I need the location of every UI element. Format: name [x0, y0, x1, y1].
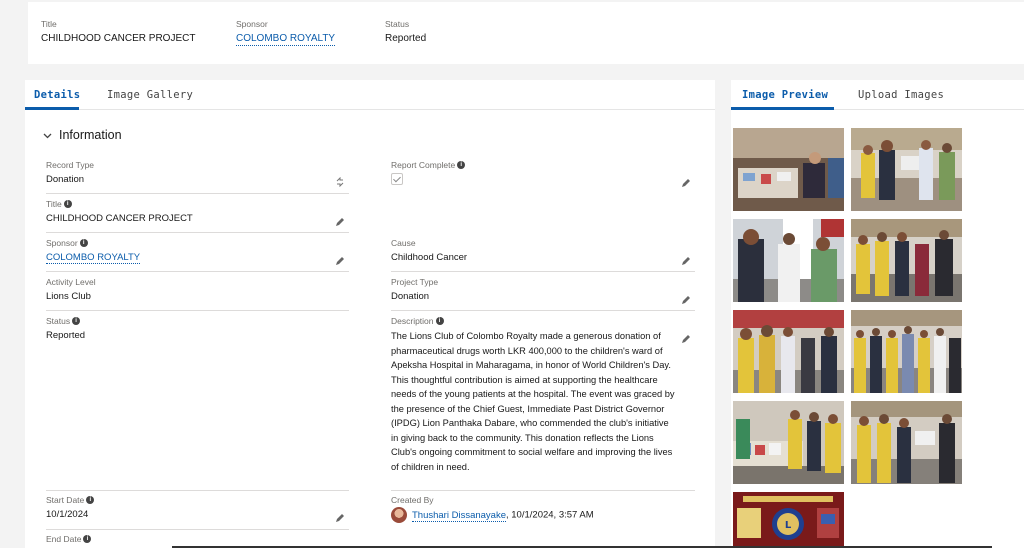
header-sponsor-field: Sponsor COLOMBO ROYALTY [236, 19, 336, 46]
divider [46, 490, 349, 491]
pencil-icon[interactable] [335, 513, 345, 523]
pencil-icon[interactable] [681, 334, 691, 344]
field-cause: Cause Childhood Cancer [391, 238, 467, 263]
cause-value: Childhood Cancer [391, 252, 468, 263]
change-record-type-icon[interactable] [335, 177, 345, 187]
title-label: Title [46, 199, 62, 209]
header-status-field: Status Reported [385, 19, 426, 44]
activity-level-value: Lions Club [46, 291, 91, 302]
header-title-label: Title [41, 19, 57, 29]
gallery-image[interactable] [851, 219, 962, 302]
chevron-down-icon [43, 130, 53, 142]
field-activity-level: Activity Level Lions Club [46, 277, 96, 302]
divider [46, 310, 349, 311]
report-complete-checkbox [391, 173, 403, 185]
gallery-image[interactable] [733, 128, 844, 211]
active-tab-indicator [731, 107, 834, 110]
sponsor-label: Sponsor [46, 238, 78, 248]
image-tabs: Image Preview Upload Images [731, 80, 1024, 110]
details-tabs: Details Image Gallery [25, 80, 715, 110]
status-value: Reported [46, 330, 86, 341]
divider [391, 271, 695, 272]
divider [46, 271, 349, 272]
field-project-type: Project Type Donation [391, 277, 438, 302]
header-status-label: Status [385, 19, 410, 29]
field-start-date: Start Date i 10/1/2024 [46, 495, 95, 520]
sponsor-link[interactable]: COLOMBO ROYALTY [46, 252, 141, 264]
pencil-icon[interactable] [681, 256, 691, 266]
field-description: Description i The Lions Club of Colombo R… [391, 316, 676, 474]
section-title: Information [59, 128, 122, 142]
cause-label: Cause [391, 238, 416, 248]
divider [391, 490, 695, 491]
divider [46, 529, 349, 530]
gallery-image-lions-banner[interactable]: L [733, 492, 844, 548]
field-created-by: Created By Thushari Dissanayake, 10/1/20… [391, 495, 594, 523]
divider [391, 310, 695, 311]
divider [46, 193, 349, 194]
divider [46, 232, 349, 233]
pencil-icon[interactable] [681, 178, 691, 188]
report-complete-label: Report Complete [391, 160, 456, 170]
tab-image-preview[interactable]: Image Preview [742, 89, 828, 101]
header-status-value: Reported [385, 33, 427, 44]
tab-details[interactable]: Details [34, 89, 80, 101]
start-date-label: Start Date [46, 495, 85, 505]
start-date-value: 10/1/2024 [46, 509, 89, 520]
field-status: Status i Reported [46, 316, 85, 341]
pencil-icon[interactable] [335, 217, 345, 227]
record-type-value: Donation [46, 174, 85, 185]
active-tab-indicator [25, 107, 79, 110]
info-icon[interactable]: i [72, 317, 81, 325]
avatar [391, 507, 407, 523]
gallery-image[interactable] [851, 310, 962, 393]
pencil-icon[interactable] [335, 256, 345, 266]
info-icon[interactable]: i [457, 161, 466, 169]
gallery-image[interactable] [733, 310, 844, 393]
created-by-user-link[interactable]: Thushari Dissanayake [412, 509, 506, 522]
field-title: Title i CHILDHOOD CANCER PROJECT [46, 199, 193, 224]
info-icon[interactable]: i [86, 496, 95, 504]
field-end-date: End Date i [46, 534, 92, 544]
field-sponsor: Sponsor i COLOMBO ROYALTY [46, 238, 141, 264]
record-type-label: Record Type [46, 160, 95, 170]
record-highlights-header: Title CHILDHOOD CANCER PROJECT Sponsor C… [28, 2, 1024, 64]
end-date-label: End Date [46, 534, 82, 544]
pencil-icon[interactable] [681, 295, 691, 305]
info-icon[interactable]: i [79, 239, 88, 247]
header-sponsor-label: Sponsor [236, 19, 268, 29]
gallery-image[interactable] [851, 401, 962, 484]
gallery-image[interactable] [851, 128, 962, 211]
title-value: CHILDHOOD CANCER PROJECT [46, 213, 193, 224]
field-report-complete: Report Complete i [391, 160, 466, 188]
gallery-image[interactable] [733, 401, 844, 484]
tab-upload-images[interactable]: Upload Images [858, 89, 944, 101]
created-by-timestamp: , 10/1/2024, 3:57 AM [506, 509, 594, 521]
details-card: Details Image Gallery Information Record… [25, 80, 715, 548]
gallery-image[interactable] [733, 219, 844, 302]
image-preview-card: Image Preview Upload Images L [731, 80, 1024, 548]
header-title-field: Title CHILDHOOD CANCER PROJECT [41, 19, 195, 44]
info-icon[interactable]: i [83, 535, 92, 543]
project-type-value: Donation [391, 291, 430, 302]
status-label: Status [46, 316, 71, 326]
activity-level-label: Activity Level [46, 277, 96, 287]
header-title-value: CHILDHOOD CANCER PROJECT [41, 33, 196, 44]
created-by-label: Created By [391, 495, 434, 505]
info-icon[interactable]: i [63, 200, 72, 208]
tab-image-gallery[interactable]: Image Gallery [107, 89, 193, 101]
svg-text:L: L [785, 520, 792, 531]
section-information-toggle[interactable]: Information [43, 128, 122, 142]
project-type-label: Project Type [391, 277, 439, 287]
description-value: The Lions Club of Colombo Royalty made a… [391, 331, 675, 472]
description-label: Description [391, 316, 434, 326]
header-sponsor-link[interactable]: COLOMBO ROYALTY [236, 33, 336, 46]
field-record-type: Record Type Donation [46, 160, 94, 185]
info-icon[interactable]: i [435, 317, 444, 325]
